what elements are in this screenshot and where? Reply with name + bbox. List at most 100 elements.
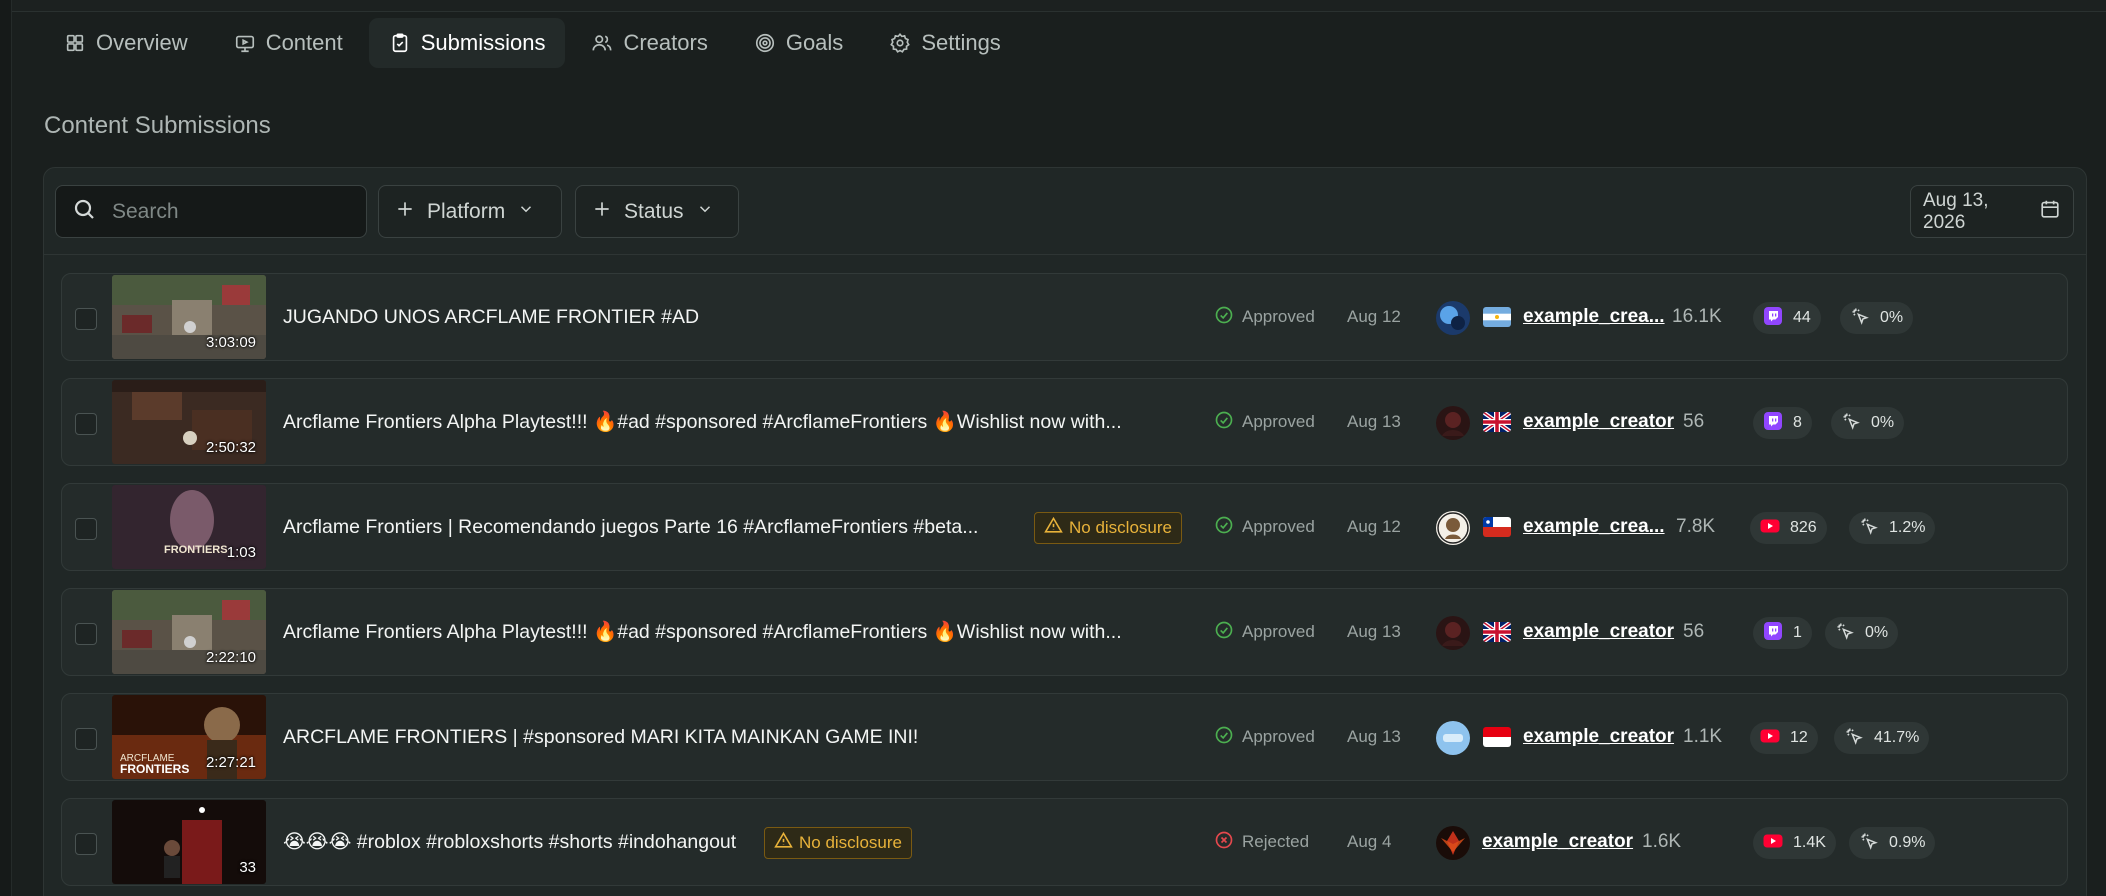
submission-row[interactable]: ARCFLAME FRONTIERS 2:27:21 ARCFLAME FRONT… [61, 693, 2068, 781]
row-checkbox[interactable] [75, 518, 97, 540]
youtube-icon [1763, 831, 1783, 856]
toolbar-divider [43, 254, 2087, 255]
video-duration: 2:27:21 [205, 754, 256, 771]
engagement-icon [1841, 411, 1861, 436]
avatar[interactable] [1436, 616, 1470, 650]
calendar-icon [2039, 198, 2061, 226]
row-checkbox[interactable] [75, 623, 97, 645]
video-thumbnail[interactable]: 33 [112, 800, 266, 884]
avatar[interactable] [1436, 826, 1470, 860]
submission-row[interactable]: FRONTIERS 1:03 Arcflame Frontiers | Reco… [61, 483, 2068, 571]
disclosure-label: No disclosure [1069, 518, 1172, 537]
video-thumbnail[interactable]: FRONTIERS 1:03 [112, 485, 266, 569]
status-filter-button[interactable]: Status [575, 185, 739, 238]
tab-overview[interactable]: Overview [44, 18, 208, 68]
avatar[interactable] [1436, 721, 1470, 755]
platform-filter-button[interactable]: Platform [378, 185, 562, 238]
no-disclosure-badge: No disclosure [1034, 512, 1182, 544]
gear-icon [889, 32, 911, 54]
status-label: Approved [1242, 727, 1315, 746]
submission-title[interactable]: ARCFLAME FRONTIERS | #sponsored MARI KIT… [283, 694, 918, 780]
video-thumbnail[interactable]: ARCFLAME FRONTIERS 2:27:21 [112, 695, 266, 779]
video-duration: 3:03:09 [205, 334, 256, 351]
tab-creators[interactable]: Creators [571, 18, 727, 68]
engagement-pill: 0% [1825, 617, 1899, 649]
submission-row[interactable]: 33 😭😭😭 #roblox #robloxshorts #shorts #in… [61, 798, 2068, 886]
submission-row[interactable]: 3:03:09 JUGANDO UNOS ARCFLAME FRONTIER #… [61, 273, 2068, 361]
submission-date: Aug 13 [1347, 727, 1401, 746]
search-box[interactable] [55, 185, 367, 238]
views-count: 1.4K [1793, 834, 1826, 851]
creator-link[interactable]: example_crea... [1523, 274, 1665, 360]
users-icon [591, 32, 613, 54]
creator-link[interactable]: example_creator [1482, 799, 1633, 885]
section-title: Content Submissions [44, 112, 271, 139]
x-circle-icon [1214, 830, 1234, 855]
tab-goals[interactable]: Goals [734, 18, 863, 68]
creator-link[interactable]: example_crea... [1523, 484, 1665, 570]
youtube-icon [1760, 516, 1780, 541]
creator-link[interactable]: example_creator [1523, 589, 1674, 675]
follower-count: 16.1K [1672, 306, 1722, 327]
views-pill: 1 [1753, 617, 1812, 649]
row-checkbox[interactable] [75, 308, 97, 330]
date-label: Aug 13, 2026 [1923, 189, 1989, 233]
avatar[interactable] [1436, 511, 1470, 545]
submission-title[interactable]: Arcflame Frontiers Alpha Playtest!!! 🔥#a… [283, 379, 1122, 465]
date-picker-button[interactable]: Aug 13, 2026 [1910, 185, 2074, 238]
flag-uk-icon [1483, 622, 1511, 642]
submission-date: Aug 13 [1347, 412, 1401, 431]
engagement-rate: 0% [1880, 309, 1904, 326]
video-duration: 2:22:10 [205, 649, 256, 666]
row-checkbox[interactable] [75, 833, 97, 855]
submission-date: Aug 13 [1347, 622, 1401, 641]
tab-label: Creators [623, 30, 708, 55]
platform-filter-label: Platform [427, 199, 506, 223]
engagement-icon [1859, 831, 1879, 856]
top-header-edge [12, 0, 2106, 12]
tab-settings[interactable]: Settings [869, 18, 1021, 68]
check-circle-icon [1214, 410, 1234, 435]
avatar[interactable] [1436, 301, 1470, 335]
creator-link[interactable]: example_creator [1523, 694, 1674, 780]
submission-title[interactable]: JUGANDO UNOS ARCFLAME FRONTIER #AD [283, 274, 699, 360]
tab-label: Submissions [420, 30, 546, 55]
submission-row[interactable]: 2:22:10 Arcflame Frontiers Alpha Playtes… [61, 588, 2068, 676]
engagement-pill: 0% [1840, 302, 1914, 334]
tab-label: Goals [785, 30, 844, 55]
views-count: 44 [1793, 309, 1811, 326]
avatar[interactable] [1436, 406, 1470, 440]
monitor-icon [234, 32, 256, 54]
check-circle-icon [1214, 725, 1234, 750]
follower-count: 56 [1683, 411, 1705, 432]
views-pill: 44 [1753, 302, 1821, 334]
submission-date: Aug 4 [1347, 832, 1392, 851]
status-badge: Approved [1214, 694, 1315, 780]
engagement-icon [1850, 306, 1870, 331]
engagement-rate: 41.7% [1874, 729, 1920, 746]
submission-title[interactable]: 😭😭😭 #roblox #robloxshorts #shorts #indoh… [283, 799, 736, 885]
submission-row[interactable]: 2:50:32 Arcflame Frontiers Alpha Playtes… [61, 378, 2068, 466]
search-input[interactable] [112, 199, 352, 224]
submission-title[interactable]: Arcflame Frontiers Alpha Playtest!!! 🔥#a… [283, 589, 1122, 675]
check-circle-icon [1214, 515, 1234, 540]
status-label: Approved [1242, 517, 1315, 536]
flag-argentina-icon [1483, 307, 1511, 327]
tab-submissions[interactable]: Submissions [368, 18, 566, 68]
creator-link[interactable]: example_creator [1523, 379, 1674, 465]
search-icon [72, 197, 96, 226]
video-duration: 33 [239, 859, 256, 876]
chevron-down-icon [696, 200, 714, 224]
video-thumbnail[interactable]: 2:50:32 [112, 380, 266, 464]
status-badge: Rejected [1214, 799, 1309, 885]
row-checkbox[interactable] [75, 728, 97, 750]
video-thumbnail[interactable]: 3:03:09 [112, 275, 266, 359]
row-checkbox[interactable] [75, 413, 97, 435]
views-pill: 12 [1750, 722, 1818, 754]
views-pill: 826 [1750, 512, 1827, 544]
submission-title[interactable]: Arcflame Frontiers | Recomendando juegos… [283, 484, 978, 570]
video-thumbnail[interactable]: 2:22:10 [112, 590, 266, 674]
engagement-pill: 0% [1831, 407, 1905, 439]
views-count: 8 [1793, 414, 1802, 431]
tab-content[interactable]: Content [214, 18, 363, 68]
